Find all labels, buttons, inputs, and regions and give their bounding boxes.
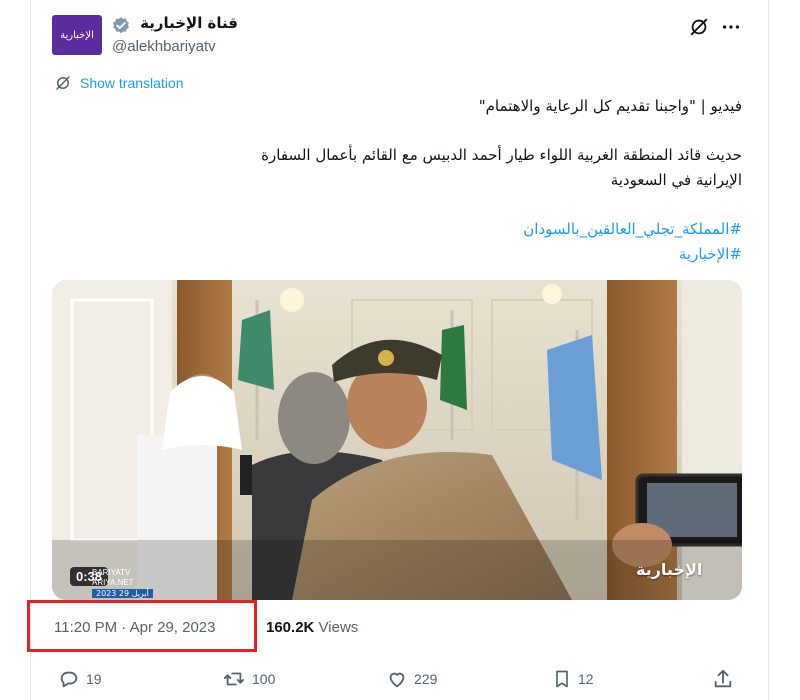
hashtag-link-1[interactable]: #المملكة_تجلي_العالقين_بالسودان <box>523 220 742 238</box>
hashtag-link-2[interactable]: #الإخبارية <box>679 245 742 263</box>
grok-icon[interactable] <box>688 16 710 38</box>
views-count[interactable]: 160.2K Views <box>266 619 358 636</box>
account-handle[interactable]: @alekhbariyatv <box>112 38 216 55</box>
share-button[interactable] <box>712 668 734 690</box>
tweet-text-line-1: فيديو | "واجبنا تقديم كل الرعاية والاهتم… <box>478 97 742 115</box>
video-thumbnail <box>52 280 742 600</box>
watermark-date: 2023 أبريل 29 <box>92 589 153 598</box>
reply-count: 19 <box>86 671 102 687</box>
share-icon <box>714 669 732 688</box>
avatar[interactable]: الإخبارية <box>52 15 102 55</box>
translate-icon <box>56 76 70 90</box>
tweet-text-line-2: حديث قائد المنطقة الغربية اللواء طيار أح… <box>261 146 742 164</box>
video-player[interactable] <box>52 280 742 600</box>
reply-icon <box>60 671 78 688</box>
watermark-handle: BARIYATV <box>92 568 131 577</box>
watermark-site: ARIYA.NET <box>92 578 134 587</box>
like-count: 229 <box>414 671 438 687</box>
highlight-box <box>27 600 257 652</box>
tweet-text-line-3: الإيرانية في السعودية <box>610 171 742 189</box>
bookmark-icon <box>556 670 568 688</box>
heart-icon <box>389 672 405 688</box>
channel-watermark: الإخبارية <box>636 560 703 579</box>
display-name[interactable]: قناة الإخبارية <box>138 14 238 32</box>
avatar-text: الإخبارية <box>60 29 94 41</box>
show-translation-link[interactable]: Show translation <box>54 74 184 92</box>
timeline-border-right <box>768 0 769 700</box>
views-label: Views <box>318 619 359 636</box>
timeline-border-left <box>30 0 31 700</box>
bookmark-count: 12 <box>578 671 594 687</box>
show-translation-label: Show translation <box>80 75 184 91</box>
like-button[interactable]: 229 <box>386 668 437 690</box>
repost-count: 100 <box>252 671 276 687</box>
repost-icon <box>223 672 245 686</box>
more-options-icon[interactable] <box>720 16 742 38</box>
bookmark-button[interactable]: 12 <box>552 668 594 690</box>
repost-button[interactable]: 100 <box>222 668 275 690</box>
reply-button[interactable]: 19 <box>58 668 102 690</box>
verified-badge-icon <box>113 17 129 34</box>
views-number: 160.2K <box>266 619 315 636</box>
